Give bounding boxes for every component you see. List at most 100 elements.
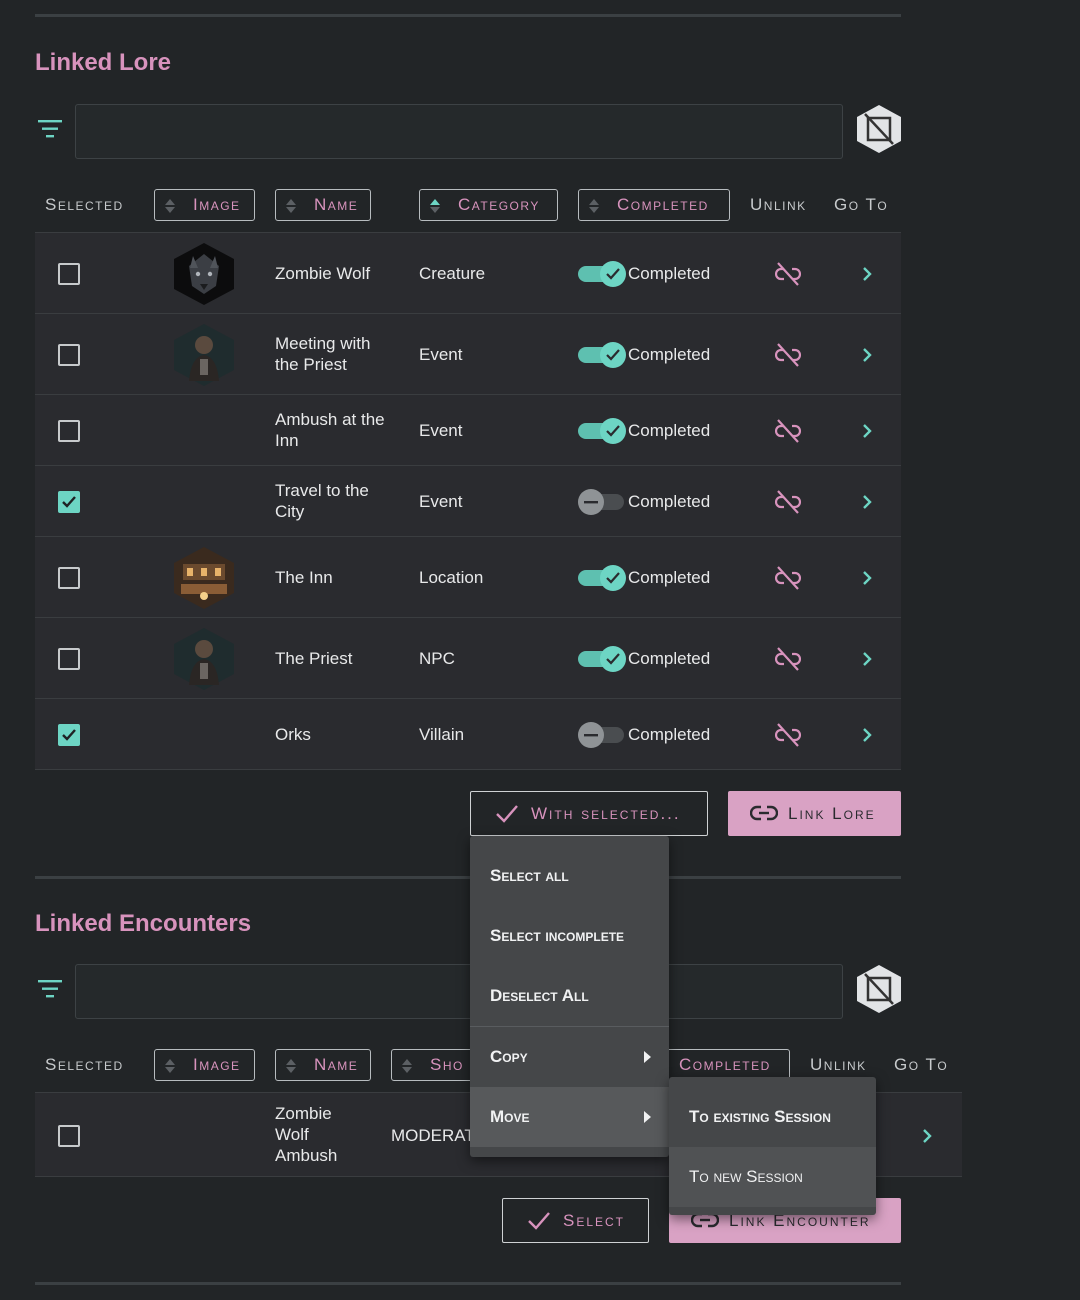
completed-label: Completed	[628, 264, 711, 283]
row-select-checkbox[interactable]	[58, 263, 80, 285]
lore-category: Event	[419, 492, 463, 511]
sort-icon	[165, 199, 175, 213]
check-icon	[606, 349, 620, 361]
link-icon	[750, 805, 778, 821]
row-select-checkbox[interactable]	[58, 1125, 80, 1147]
row-select-checkbox[interactable]	[58, 491, 80, 513]
sort-icon	[286, 199, 296, 213]
table-row: Travel to the City Event Completed	[35, 465, 901, 537]
sort-icon	[286, 1059, 296, 1073]
completed-toggle[interactable]	[578, 722, 624, 748]
lore-table-header: Selected Image Name Category Completed U…	[35, 183, 901, 227]
with-selected-menu: Select all Select incomplete Deselect Al…	[470, 836, 669, 1157]
unlink-icon[interactable]	[775, 646, 801, 672]
menu-item-select-incomplete[interactable]: Select incomplete	[470, 906, 669, 966]
unlink-icon[interactable]	[775, 489, 801, 515]
top-divider	[35, 14, 901, 17]
link-lore-button[interactable]: Link Lore	[728, 791, 901, 836]
menu-item-deselect-all[interactable]: Deselect All	[470, 966, 669, 1026]
menu-item-select-all[interactable]: Select all	[470, 846, 669, 906]
row-select-checkbox[interactable]	[58, 344, 80, 366]
header-unlink: Unlink	[750, 195, 807, 214]
caret-right-icon	[644, 1051, 651, 1063]
menu-item-move[interactable]: Move	[470, 1087, 669, 1147]
header-goto: Go To	[894, 1055, 949, 1074]
no-image-icon[interactable]	[856, 964, 902, 1014]
filter-icon[interactable]	[37, 978, 63, 1000]
sort-icon	[165, 1059, 175, 1073]
table-row: Ambush at the Inn Event Completed	[35, 394, 901, 466]
unlink-icon[interactable]	[775, 261, 801, 287]
completed-label: Completed	[628, 725, 711, 744]
encounters-section-title: Linked Encounters	[35, 910, 252, 937]
chevron-right-icon[interactable]	[858, 569, 876, 587]
sort-category-button[interactable]: Category	[419, 189, 558, 221]
chevron-right-icon[interactable]	[858, 422, 876, 440]
completed-toggle[interactable]	[578, 565, 626, 591]
chevron-right-icon[interactable]	[858, 726, 876, 744]
check-icon	[606, 572, 620, 584]
no-image-icon[interactable]	[856, 104, 902, 154]
completed-toggle[interactable]	[578, 261, 626, 287]
check-icon	[606, 653, 620, 665]
submenu-item-new-session[interactable]: To new Session	[669, 1147, 876, 1207]
check-icon	[496, 805, 518, 823]
inn-avatar-image[interactable]	[173, 546, 235, 610]
check-icon	[606, 425, 620, 437]
lore-category: NPC	[419, 649, 455, 668]
sort-image-button[interactable]: Image	[154, 1049, 255, 1081]
priest-avatar-image[interactable]	[173, 323, 235, 387]
completed-toggle[interactable]	[578, 489, 624, 515]
chevron-right-icon[interactable]	[918, 1127, 936, 1145]
check-icon	[606, 268, 620, 280]
bottom-divider	[35, 1282, 901, 1285]
lore-name: The Priest	[275, 649, 353, 668]
row-select-checkbox[interactable]	[58, 567, 80, 589]
chevron-right-icon[interactable]	[858, 265, 876, 283]
sort-completed-button[interactable]: Completed	[578, 189, 730, 221]
priest-avatar-image[interactable]	[173, 627, 235, 691]
table-row: The Inn Location Completed	[35, 536, 901, 618]
unlink-icon[interactable]	[775, 722, 801, 748]
sort-icon	[589, 199, 599, 213]
completed-toggle[interactable]	[578, 646, 626, 672]
check-icon	[528, 1212, 550, 1230]
table-row: Orks Villain Completed	[35, 698, 901, 770]
row-select-checkbox[interactable]	[58, 724, 80, 746]
lore-search-input[interactable]	[75, 104, 843, 159]
lore-section-title: Linked Lore	[35, 49, 172, 76]
completed-toggle[interactable]	[578, 342, 626, 368]
menu-item-copy[interactable]: Copy	[470, 1027, 669, 1087]
row-select-checkbox[interactable]	[58, 420, 80, 442]
filter-icon[interactable]	[37, 118, 63, 140]
wolf-avatar-image[interactable]	[173, 242, 235, 306]
table-row: The Priest NPC Completed	[35, 617, 901, 699]
sort-name-button[interactable]: Name	[275, 189, 371, 221]
lore-name: Travel to the City	[275, 481, 369, 521]
encounter-difficulty: MODERAT	[391, 1126, 475, 1145]
with-selected-button[interactable]: With selected...	[470, 791, 708, 836]
lore-name: Orks	[275, 725, 311, 744]
submenu-item-existing-session[interactable]: To existing Session	[669, 1087, 876, 1147]
completed-label: Completed	[628, 492, 711, 511]
lore-category: Event	[419, 345, 463, 364]
table-row: Meeting with the Priest Event Completed	[35, 313, 901, 395]
chevron-right-icon[interactable]	[858, 346, 876, 364]
completed-toggle[interactable]	[578, 418, 626, 444]
sort-icon	[402, 1059, 412, 1073]
lore-name: Meeting with the Priest	[275, 334, 371, 374]
header-selected: Selected	[45, 195, 124, 214]
sort-name-button[interactable]: Name	[275, 1049, 371, 1081]
chevron-right-icon[interactable]	[858, 650, 876, 668]
check-icon	[62, 729, 76, 741]
table-row: Zombie Wolf Creature Completed	[35, 232, 901, 314]
chevron-right-icon[interactable]	[858, 493, 876, 511]
sort-image-button[interactable]: Image	[154, 189, 255, 221]
row-select-checkbox[interactable]	[58, 648, 80, 670]
select-button[interactable]: Select	[502, 1198, 649, 1243]
encounters-search-input[interactable]	[75, 964, 843, 1019]
unlink-icon[interactable]	[775, 565, 801, 591]
unlink-icon[interactable]	[775, 418, 801, 444]
lore-category: Villain	[419, 725, 465, 744]
unlink-icon[interactable]	[775, 342, 801, 368]
